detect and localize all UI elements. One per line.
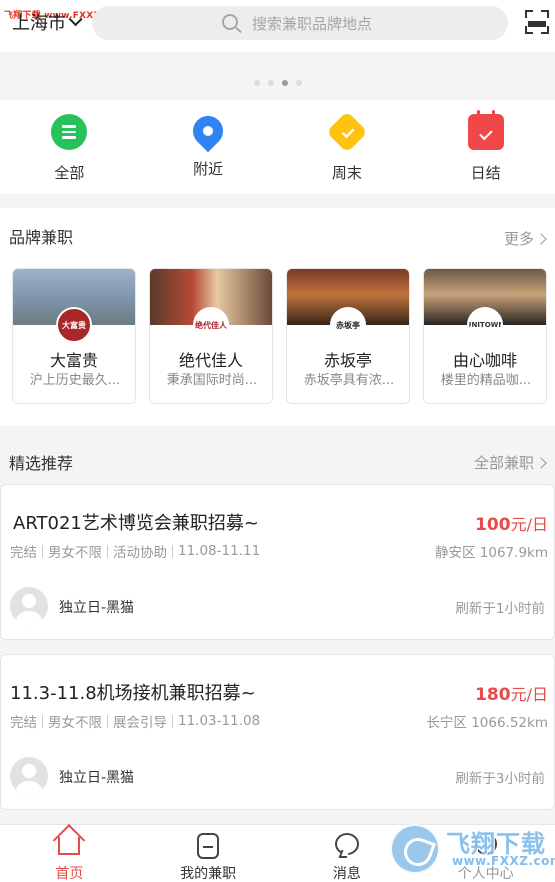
more-label: 更多 bbox=[503, 230, 534, 248]
job-wage: 100元/日 bbox=[475, 511, 548, 535]
brand-desc: 沪上历史最久... bbox=[29, 373, 121, 388]
search-bar[interactable]: 搜索兼职品牌地点 bbox=[92, 6, 508, 40]
chevron-right-icon bbox=[535, 456, 547, 469]
wage-amount: 100 bbox=[475, 515, 511, 535]
recommend-header: 精选推荐 全部兼职 bbox=[0, 440, 555, 480]
job-type: 展会引导 bbox=[113, 715, 167, 731]
user-icon bbox=[474, 833, 497, 855]
wage-unit: 元/日 bbox=[510, 685, 548, 704]
search-placeholder: 搜索兼职品牌地点 bbox=[252, 14, 373, 33]
brand-logo: 绝代佳人 bbox=[193, 307, 229, 343]
tab-my-jobs[interactable]: 我的兼职 bbox=[139, 825, 278, 882]
search-icon bbox=[222, 14, 238, 30]
brand-name: 绝代佳人 bbox=[178, 351, 243, 370]
list-icon bbox=[51, 114, 88, 150]
job-location: 长宁区 1066.52km bbox=[426, 715, 548, 731]
chevron-down-icon bbox=[68, 12, 82, 27]
nav-label: 我的兼职 bbox=[180, 866, 237, 882]
brand-card[interactable]: 赤坂亭 赤坂亭 赤坂亭具有浓... bbox=[286, 268, 410, 404]
settle-type: 完结 bbox=[10, 715, 37, 731]
city-label: 上海市 bbox=[12, 13, 66, 34]
job-meta: 完结 男女不限 展会引导 11.03-11.08 bbox=[10, 711, 260, 731]
brand-name: 赤坂亭 bbox=[323, 351, 372, 370]
job-wage: 180元/日 bbox=[475, 681, 548, 705]
job-dates: 11.08-11.11 bbox=[178, 543, 261, 559]
brand-card[interactable]: UNITOWN 由心咖啡 楼里的精品咖... bbox=[423, 268, 547, 404]
job-location: 静安区 1067.9km bbox=[435, 545, 548, 561]
job-dates: 11.03-11.08 bbox=[178, 713, 261, 729]
category-nearby[interactable]: 附近 bbox=[139, 100, 278, 194]
settle-type: 完结 bbox=[10, 545, 37, 561]
brand-logo: 赤坂亭 bbox=[330, 307, 366, 343]
weekend-icon bbox=[326, 111, 368, 153]
all-jobs-link[interactable]: 全部兼职 bbox=[473, 452, 547, 473]
home-icon bbox=[58, 837, 81, 855]
calendar-check-icon bbox=[467, 110, 504, 150]
top-bar: 飞翔下载 www.FXXZ.com 上海市 搜索兼职品牌地点 bbox=[0, 0, 555, 52]
job-card[interactable]: 11.3-11.8机场接机兼职招募~ 180元/日 完结 男女不限 展会引导 1… bbox=[0, 654, 555, 810]
chevron-right-icon bbox=[535, 232, 547, 245]
brand-logo: 大富贵 bbox=[56, 307, 92, 343]
category-weekend[interactable]: 周末 bbox=[278, 100, 417, 194]
brand-desc: 赤坂亭具有浓... bbox=[303, 373, 395, 388]
message-icon bbox=[334, 833, 359, 855]
my-jobs-icon bbox=[197, 833, 220, 859]
brand-card[interactable]: 绝代佳人 绝代佳人 秉承国际时尚... bbox=[149, 268, 273, 404]
nav-label: 首页 bbox=[55, 866, 84, 882]
section-title: 精选推荐 bbox=[9, 454, 74, 473]
gender-req: 男女不限 bbox=[48, 715, 102, 731]
location-pin-icon bbox=[186, 109, 230, 153]
bottom-nav: 首页 我的兼职 消息 个人中心 bbox=[0, 824, 555, 882]
gender-req: 男女不限 bbox=[48, 545, 102, 561]
category-all[interactable]: 全部 bbox=[0, 100, 139, 194]
more-label: 全部兼职 bbox=[473, 454, 534, 472]
avatar bbox=[10, 757, 48, 795]
refresh-time: 刷新于3小时前 bbox=[455, 771, 545, 787]
brand-name: 由心咖啡 bbox=[452, 351, 517, 370]
scan-icon[interactable] bbox=[525, 10, 549, 34]
brand-card[interactable]: 大富贵 大富贵 沪上历史最久... bbox=[12, 268, 136, 404]
tab-home[interactable]: 首页 bbox=[0, 825, 139, 882]
job-meta: 完结 男女不限 活动协助 11.08-11.11 bbox=[10, 541, 260, 561]
category-label: 日结 bbox=[470, 164, 501, 182]
carousel-indicator bbox=[0, 80, 555, 86]
brand-more-link[interactable]: 更多 bbox=[503, 228, 547, 249]
carousel-dot bbox=[267, 80, 274, 86]
brand-desc: 楼里的精品咖... bbox=[440, 373, 532, 388]
wage-amount: 180 bbox=[475, 685, 511, 705]
tab-profile[interactable]: 个人中心 bbox=[416, 825, 555, 882]
nav-label: 个人中心 bbox=[457, 866, 514, 882]
job-title: ART021艺术博览会兼职招募~ bbox=[13, 513, 259, 534]
publisher-name: 独立日-黑猫 bbox=[59, 600, 135, 616]
carousel-dot bbox=[295, 80, 302, 86]
category-label: 全部 bbox=[54, 164, 85, 182]
city-selector[interactable]: 上海市 bbox=[12, 10, 82, 34]
brand-desc: 秉承国际时尚... bbox=[166, 373, 258, 388]
job-title: 11.3-11.8机场接机兼职招募~ bbox=[10, 683, 256, 704]
publisher-name: 独立日-黑猫 bbox=[59, 770, 135, 786]
wage-unit: 元/日 bbox=[510, 515, 548, 534]
brand-logo: UNITOWN bbox=[467, 307, 503, 343]
avatar bbox=[10, 587, 48, 625]
job-card[interactable]: ART021艺术博览会兼职招募~ 100元/日 完结 男女不限 活动协助 11.… bbox=[0, 484, 555, 640]
refresh-time: 刷新于1小时前 bbox=[455, 601, 545, 617]
carousel-dot-active bbox=[281, 80, 288, 86]
tab-messages[interactable]: 消息 bbox=[278, 825, 417, 882]
category-label: 附近 bbox=[193, 160, 224, 178]
job-type: 活动协助 bbox=[113, 545, 167, 561]
carousel-dot bbox=[253, 80, 260, 86]
category-daily-pay[interactable]: 日结 bbox=[416, 100, 555, 194]
nav-label: 消息 bbox=[332, 866, 361, 882]
banner-carousel[interactable] bbox=[0, 52, 555, 98]
category-label: 周末 bbox=[331, 164, 362, 182]
brand-name: 大富贵 bbox=[49, 351, 98, 370]
section-title: 品牌兼职 bbox=[9, 228, 74, 247]
category-row: 全部 附近 周末 日结 bbox=[0, 100, 555, 194]
brand-jobs-section: 品牌兼职 更多 大富贵 大富贵 沪上历史最久... 绝代佳人 绝代佳人 秉承国际… bbox=[0, 208, 555, 426]
